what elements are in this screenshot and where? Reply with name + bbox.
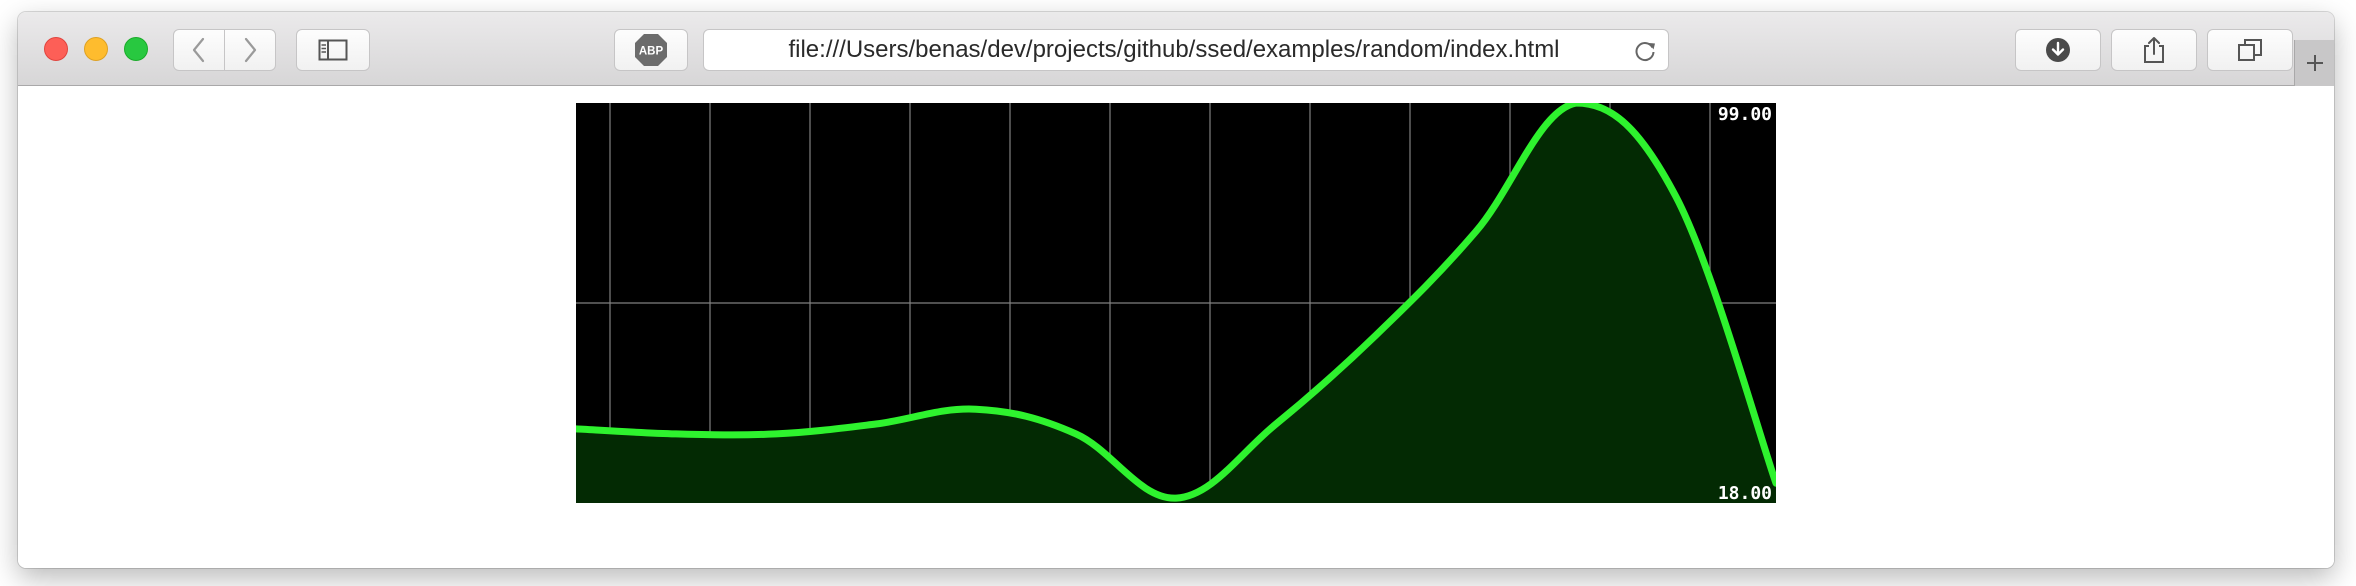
plus-icon: [2306, 55, 2323, 71]
adblock-label: ABP: [639, 46, 664, 58]
new-tab-button[interactable]: [2294, 40, 2334, 86]
minimize-window-button[interactable]: [84, 37, 108, 61]
area-chart: 99.00 18.00: [576, 103, 1776, 503]
adblock-plus-button[interactable]: ABP: [614, 29, 688, 71]
sidebar-button[interactable]: [296, 29, 370, 71]
zoom-window-button[interactable]: [124, 37, 148, 61]
tab-overview-button[interactable]: [2207, 29, 2293, 71]
browser-window: ABP file:///Users/benas/dev/projects/git…: [18, 12, 2334, 568]
address-bar[interactable]: file:///Users/benas/dev/projects/github/…: [703, 29, 1669, 71]
y-max-label: 99.00: [1718, 104, 1772, 125]
download-icon: [2046, 38, 2070, 62]
back-button[interactable]: [173, 29, 225, 71]
page-content: 99.00 18.00: [18, 86, 2334, 568]
reload-icon[interactable]: [1632, 38, 1658, 64]
chevron-left-icon: [192, 37, 205, 63]
sidebar-icon: [318, 39, 348, 61]
chevron-right-icon: [244, 37, 257, 63]
forward-button[interactable]: [224, 29, 276, 71]
downloads-button[interactable]: [2015, 29, 2101, 71]
adblock-plus-icon: ABP: [635, 34, 667, 66]
close-window-button[interactable]: [44, 37, 68, 61]
desktop: ABP file:///Users/benas/dev/projects/git…: [0, 0, 2356, 586]
url-text: file:///Users/benas/dev/projects/github/…: [788, 36, 1560, 63]
browser-toolbar: ABP file:///Users/benas/dev/projects/git…: [18, 12, 2334, 86]
share-icon: [2144, 37, 2164, 63]
tab-overview-icon: [2238, 39, 2262, 61]
chart-container: 99.00 18.00: [576, 103, 1776, 503]
y-min-label: 18.00: [1718, 483, 1772, 503]
share-button[interactable]: [2111, 29, 2197, 71]
